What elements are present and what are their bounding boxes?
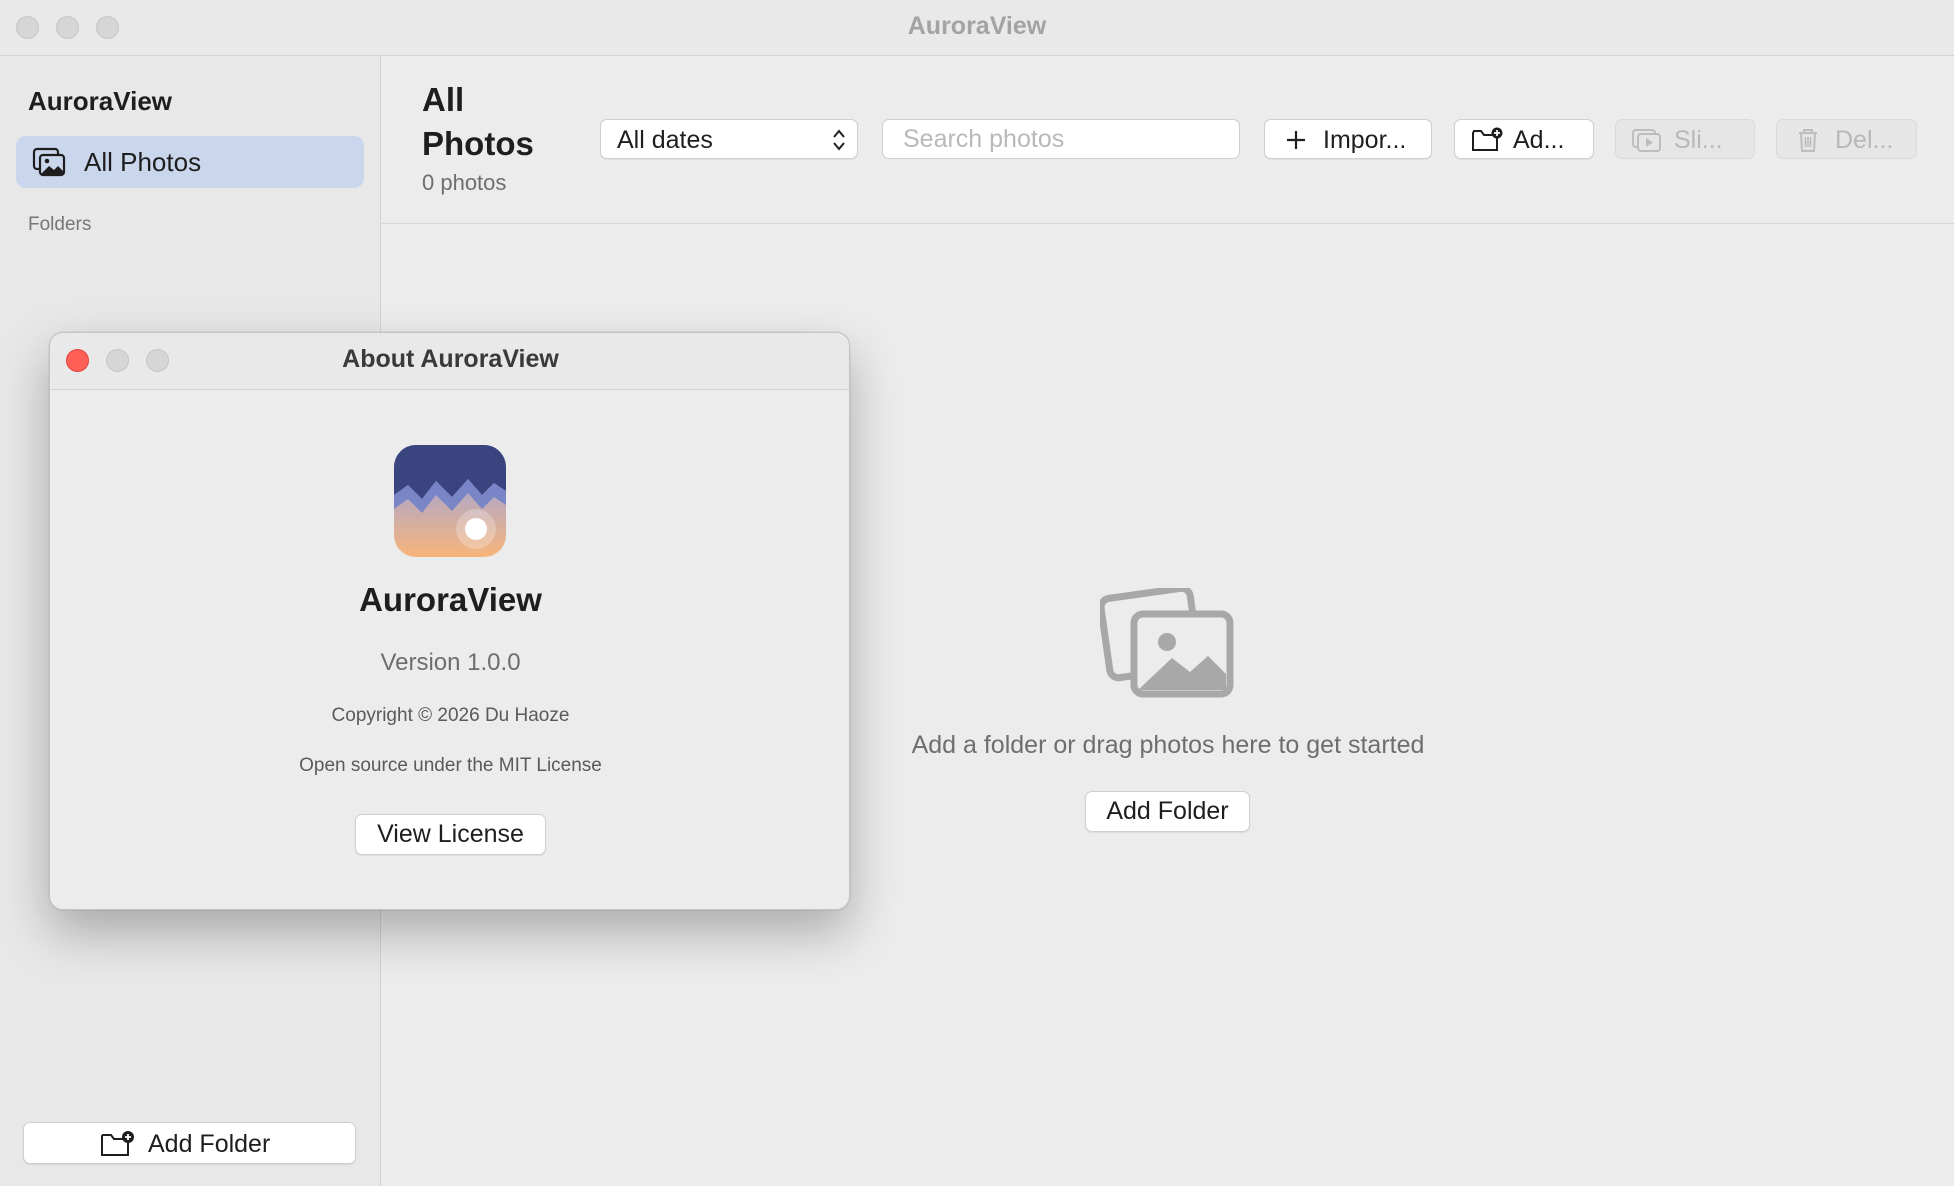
- view-license-label: View License: [377, 820, 524, 848]
- photos-placeholder-icon: [1100, 588, 1234, 698]
- add-folder-toolbar-label: Ad...: [1513, 126, 1565, 154]
- add-folder-toolbar-button[interactable]: Ad...: [1454, 119, 1594, 159]
- empty-state-add-folder-label: Add Folder: [1106, 797, 1229, 825]
- date-filter-select[interactable]: All dates: [600, 119, 858, 159]
- photos-icon: [32, 147, 66, 177]
- chevron-up-down-icon: [833, 129, 845, 151]
- trash-icon: [1799, 129, 1817, 152]
- import-label: Impor...: [1323, 126, 1407, 154]
- folder-add-icon: [1472, 127, 1503, 151]
- about-dialog-title: About AuroraView: [342, 345, 559, 373]
- about-app-name: AuroraView: [359, 581, 542, 618]
- slideshow-button[interactable]: Sli...: [1615, 119, 1755, 159]
- folder-add-icon: [101, 1131, 134, 1156]
- date-filter-value: All dates: [617, 126, 713, 154]
- toolbar: All Photos 0 photos All dates Impor...: [382, 56, 1954, 224]
- view-license-button[interactable]: View License: [355, 814, 546, 855]
- delete-button[interactable]: Del...: [1776, 119, 1917, 159]
- about-dialog-titlebar: About AuroraView: [50, 333, 849, 390]
- sidebar-add-folder-button[interactable]: Add Folder: [23, 1122, 356, 1164]
- slideshow-label: Sli...: [1674, 126, 1723, 154]
- window-titlebar: AuroraView: [0, 0, 1954, 56]
- folders-heading: Folders: [28, 214, 92, 235]
- plus-icon: [1287, 131, 1305, 149]
- sidebar-app-name: AuroraView: [28, 86, 173, 116]
- window-title: AuroraView: [907, 12, 1047, 40]
- photo-count: 0 photos: [422, 170, 507, 195]
- sidebar-add-folder-label: Add Folder: [148, 1130, 271, 1158]
- about-license-text: Open source under the MIT License: [299, 755, 602, 776]
- sidebar-item-label: All Photos: [84, 147, 202, 177]
- sidebar-item-all-photos[interactable]: All Photos: [16, 136, 364, 188]
- search-input[interactable]: [882, 119, 1240, 159]
- app-logo-icon: [394, 445, 506, 557]
- about-copyright: Copyright © 2026 Du Haoze: [331, 705, 570, 726]
- about-dialog: About AuroraView AuroraView Version 1.0.…: [49, 332, 850, 910]
- import-button[interactable]: Impor...: [1264, 119, 1432, 159]
- slideshow-icon: [1632, 129, 1661, 152]
- page-title: All Photos: [422, 81, 534, 162]
- empty-state-add-folder-button[interactable]: Add Folder: [1085, 791, 1250, 832]
- delete-label: Del...: [1835, 126, 1894, 154]
- about-version: Version 1.0.0: [380, 649, 521, 676]
